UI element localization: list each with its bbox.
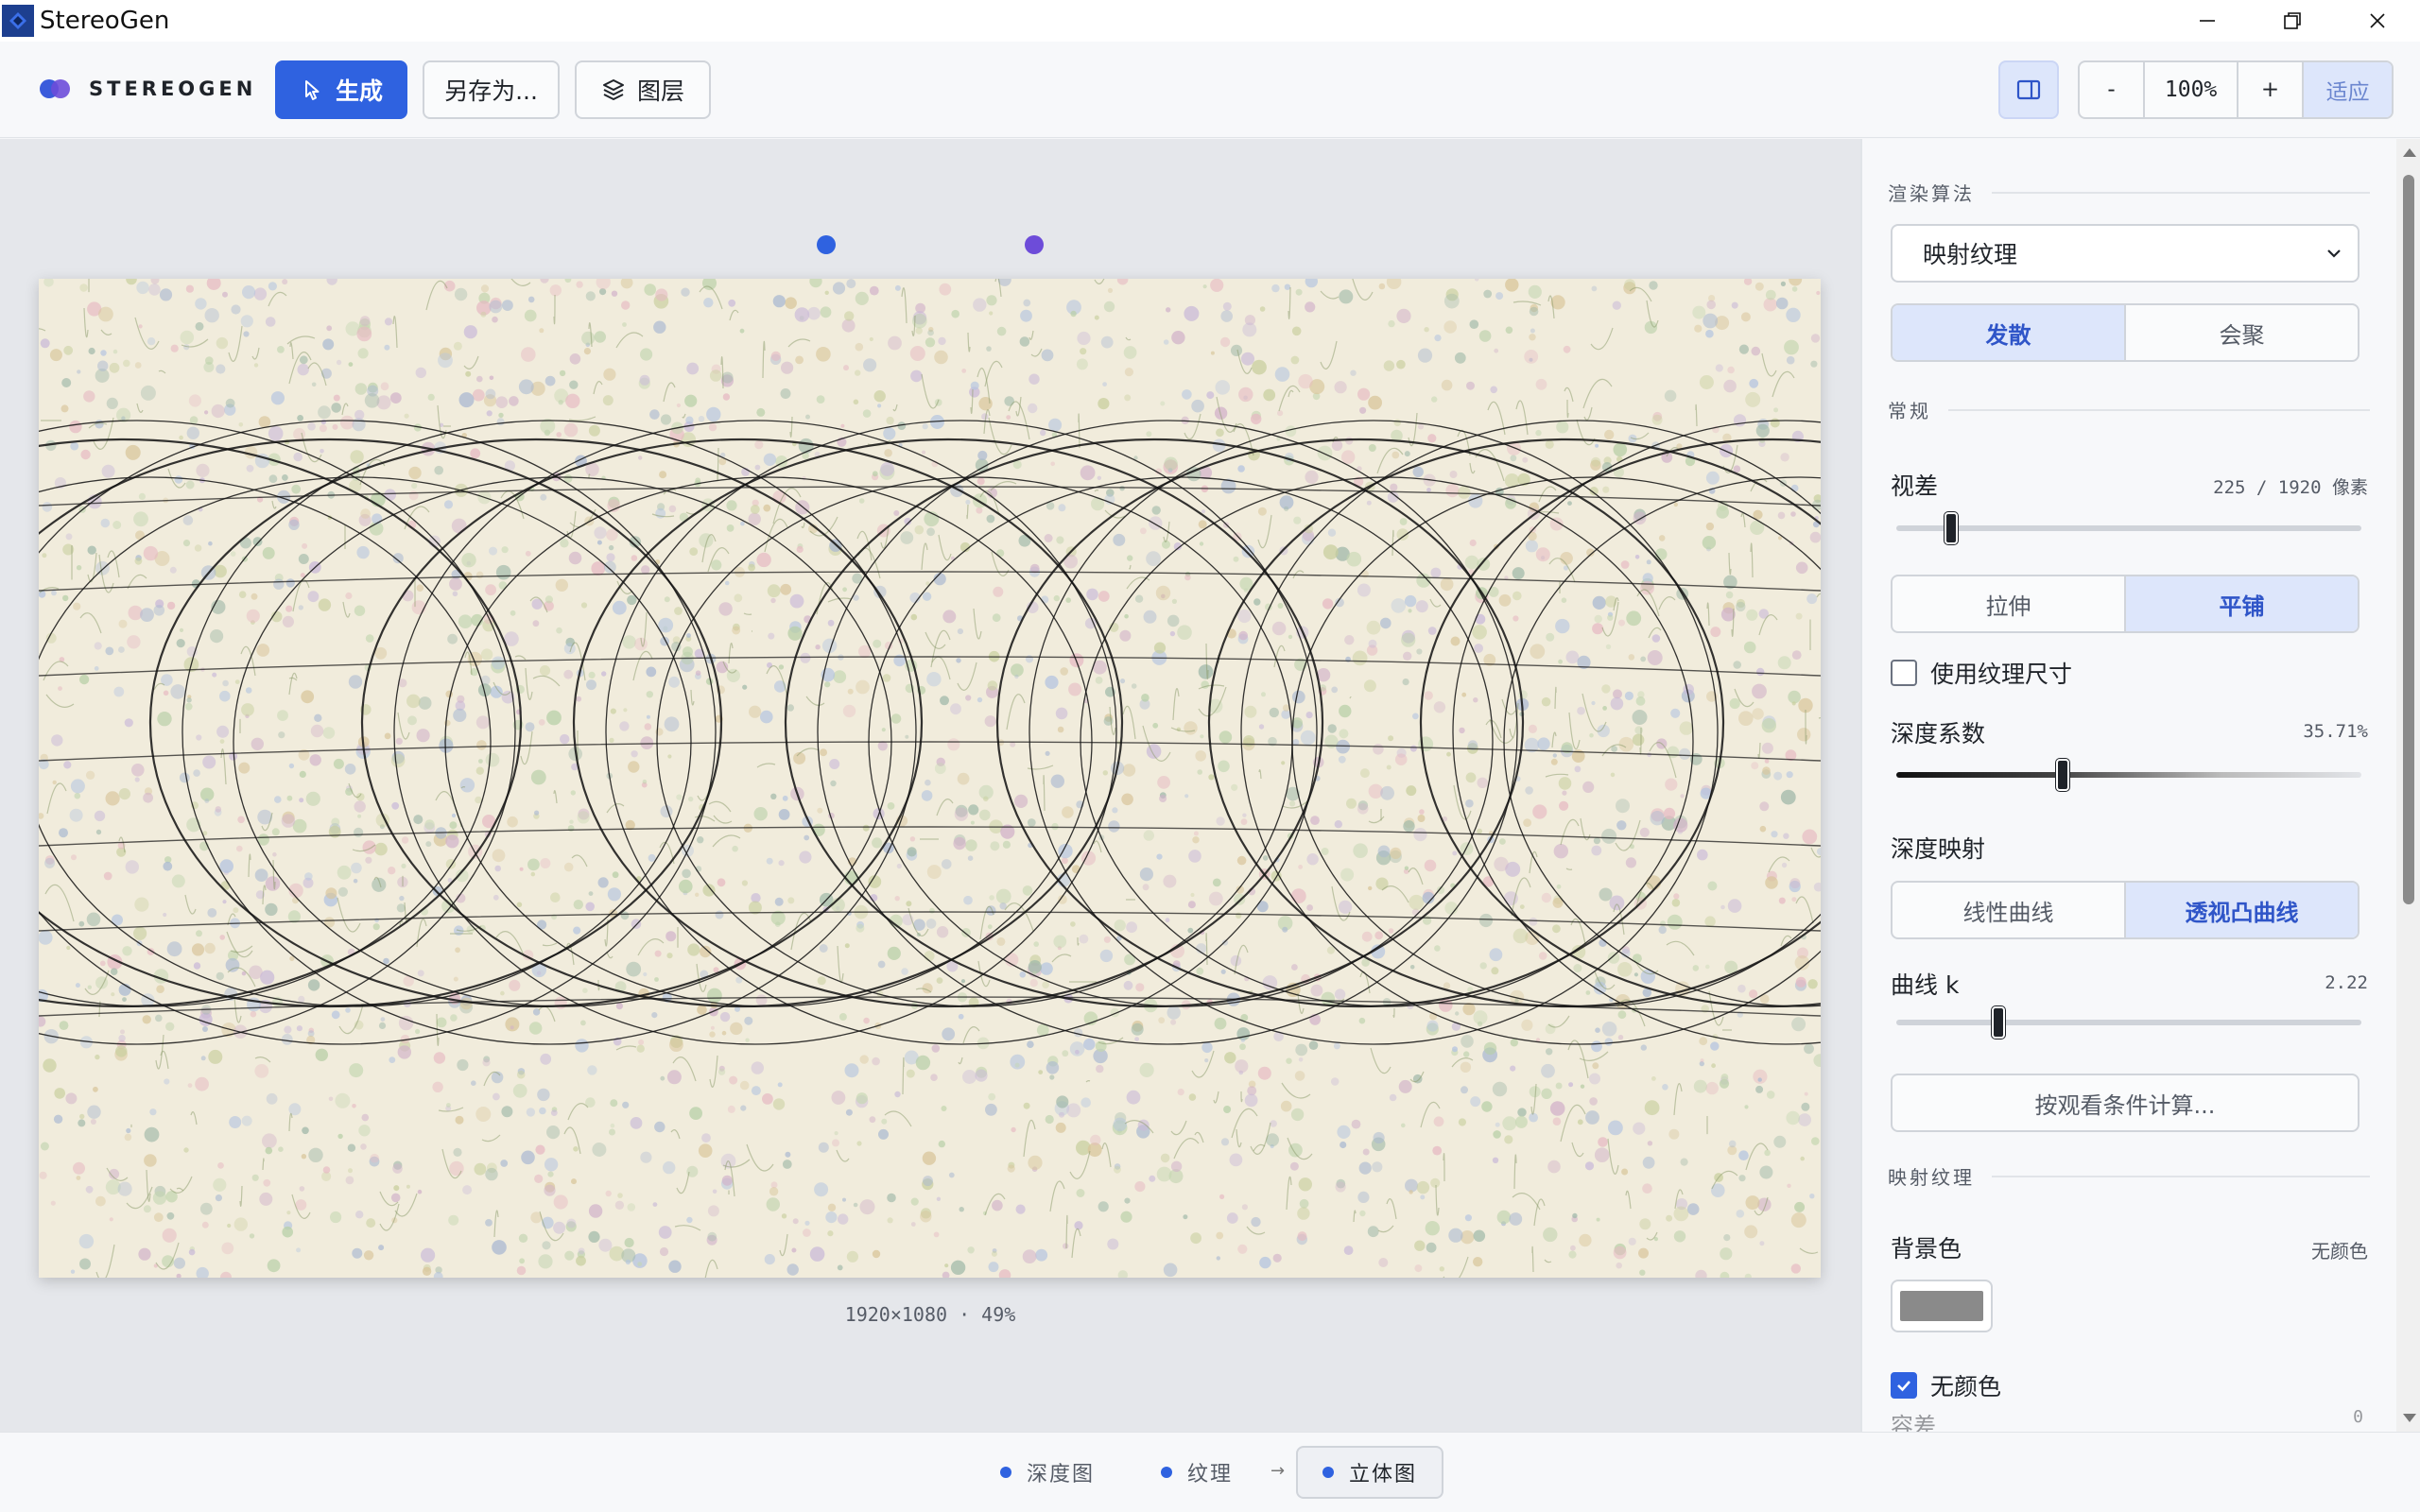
use-texture-size-checkbox[interactable] [1891,660,1917,686]
scrollbar-thumb[interactable] [2403,175,2414,904]
parallax-slider-thumb[interactable] [1944,512,1958,544]
restore-button[interactable] [2250,0,2335,42]
step-dot-icon [1161,1467,1172,1478]
minimize-icon [2200,20,2215,22]
depth-factor-label: 深度系数 [1891,720,1986,747]
use-texture-size-row[interactable]: 使用纹理尺寸 [1891,656,2072,690]
use-texture-size-label: 使用纹理尺寸 [1930,661,2073,688]
step-label: 立体图 [1349,1463,1418,1486]
step-dot-icon [1322,1467,1334,1478]
bg-color-value: 无颜色 [2311,1240,2368,1263]
no-color-label: 无颜色 [1930,1373,2002,1400]
settings-panel: 渲染算法 映射纹理 发散 会聚 常规 视差 225 / 1920 像素 拉伸 平… [1862,139,2396,1432]
guide-dot-left [817,235,836,254]
tolerance-value: 0 [2353,1407,2363,1427]
step-depth-map[interactable]: 深度图 [1000,1446,1095,1499]
depth-mapping-label: 深度映射 [1891,835,1986,863]
scroll-down-icon[interactable] [2403,1414,2416,1422]
cursor-click-icon [304,80,320,100]
depth-factor-value: 35.71% [2303,721,2368,742]
canvas-area: 1920×1080 · 49% [0,139,1860,1432]
image-info: 1920×1080 · 49% [844,1303,1016,1326]
parallax-slider[interactable] [1896,512,2361,544]
section-heading: 映射纹理 [1888,1166,1975,1189]
section-general: 常规 [1888,396,2370,423]
curve-k-value: 2.22 [2325,972,2368,993]
step-stereogram[interactable]: 立体图 [1296,1446,1444,1499]
tile-button[interactable]: 平铺 [2124,576,2358,631]
layers-label: 图层 [636,77,684,105]
brand: STEREOGEN [38,77,256,101]
minimize-button[interactable] [2165,0,2250,42]
step-dot-icon [1000,1467,1011,1478]
section-render-algorithm: 渲染算法 [1888,179,2370,206]
section-mapped-texture: 映射纹理 [1888,1162,2370,1190]
perspective-convex-button[interactable]: 透视凸曲线 [2124,883,2358,937]
save-as-button[interactable]: 另存为... [423,60,560,119]
layers-icon [602,79,624,100]
restore-icon [2284,12,2301,29]
depth-factor-slider[interactable] [1896,759,2361,791]
toolbar: STEREOGEN 生成 另存为... 图层 - 100% + 适应 [0,42,2420,138]
panel-scrollbar[interactable] [2396,139,2420,1432]
app-icon [2,5,34,37]
guide-dot-right [1025,235,1044,254]
mode-diverge-button[interactable]: 发散 [1893,305,2124,360]
bg-color-label: 背景色 [1891,1235,1962,1263]
algorithm-select-value: 映射纹理 [1923,241,2018,268]
linear-curve-button[interactable]: 线性曲线 [1893,883,2124,937]
depth-mapping-toggle: 线性曲线 透视凸曲线 [1891,881,2360,939]
no-color-row[interactable]: 无颜色 [1891,1368,2001,1402]
tolerance-label: 容差 [1891,1413,1936,1432]
no-color-checkbox[interactable] [1891,1372,1917,1399]
section-heading: 常规 [1888,400,1931,422]
step-texture[interactable]: 纹理 [1161,1446,1233,1499]
zoom-fit-button[interactable]: 适应 [2304,62,2392,117]
mode-converge-button[interactable]: 会聚 [2124,305,2358,360]
fill-mode-toggle: 拉伸 平铺 [1891,575,2360,633]
side-panel-icon [2016,79,2041,100]
title-bar: StereoGen [0,0,2420,42]
generate-label: 生成 [335,77,383,105]
parallax-label: 视差 [1891,472,1939,500]
save-as-label: 另存为... [444,77,538,105]
chevron-down-icon [2327,249,2341,258]
bg-color-swatch[interactable] [1891,1280,1993,1332]
layers-button[interactable]: 图层 [575,60,711,119]
brand-logo-icon [38,77,76,101]
view-mode-toggle: 发散 会聚 [1891,303,2360,362]
stretch-button[interactable]: 拉伸 [1893,576,2124,631]
brand-name: STEREOGEN [89,77,257,100]
stereogram-graphic [39,279,1821,1278]
stereogram-image[interactable] [39,279,1821,1278]
zoom-out-button[interactable]: - [2080,62,2146,117]
close-icon [2370,13,2385,28]
zoom-controls: - 100% + 适应 [2078,60,2394,119]
generate-button[interactable]: 生成 [275,60,407,119]
tolerance-row: 容差 0 [1891,1407,2363,1432]
section-heading: 渲染算法 [1888,182,1975,205]
step-label: 深度图 [1027,1463,1096,1486]
arrow-right-icon: → [1270,1461,1286,1481]
window-controls [2165,0,2420,42]
parallax-value: 225 / 1920 像素 [2213,477,2368,498]
zoom-in-button[interactable]: + [2238,62,2305,117]
curve-k-label: 曲线 k [1891,971,1960,999]
curve-k-slider[interactable] [1896,1006,2361,1039]
calc-by-viewing-button[interactable]: 按观看条件计算... [1891,1074,2360,1132]
step-label: 纹理 [1187,1463,1234,1486]
close-button[interactable] [2335,0,2420,42]
scroll-up-icon[interactable] [2403,148,2416,157]
depth-factor-slider-thumb[interactable] [2055,759,2069,791]
zoom-level: 100% [2145,62,2238,117]
check-icon [1897,1381,1910,1392]
curve-k-slider-thumb[interactable] [1992,1006,2006,1039]
pipeline-bar: 深度图 纹理 → 立体图 [0,1432,2420,1512]
window-title: StereoGen [40,7,170,35]
algorithm-select[interactable]: 映射纹理 [1891,224,2360,283]
toggle-panel-button[interactable] [1998,60,2059,119]
